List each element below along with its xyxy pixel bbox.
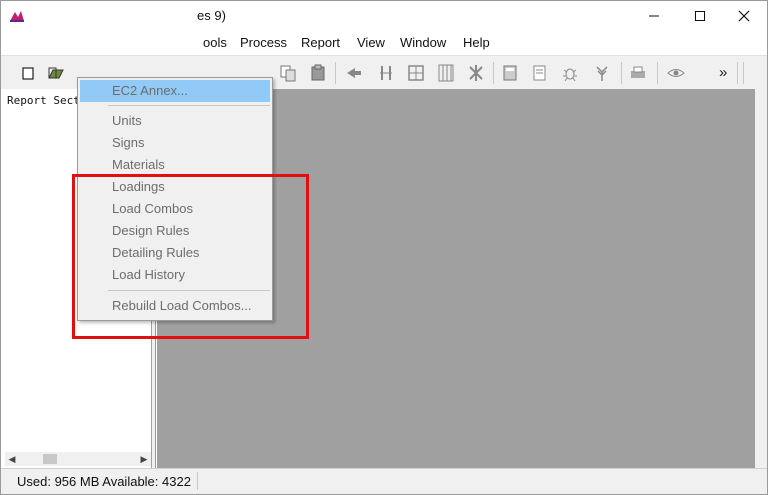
scroll-thumb[interactable] [43, 454, 57, 464]
menu-item-ec2-annex[interactable]: EC2 Annex... [80, 80, 270, 102]
status-bar: Used: 956 MB Available: 4322 [1, 468, 767, 494]
close-button[interactable] [721, 1, 767, 31]
tree-icon[interactable] [593, 64, 611, 82]
toolbar-separator [743, 62, 744, 84]
app-logo-icon [10, 11, 24, 22]
frame-icon[interactable] [407, 64, 425, 82]
grid-icon[interactable] [437, 64, 455, 82]
toolbar-separator [737, 62, 738, 84]
menu-window[interactable]: Window [400, 35, 446, 50]
toolbar-separator [621, 62, 622, 84]
application-window: es 9) ools Process Report View Window He… [0, 0, 768, 495]
menu-bar: ools Process Report View Window Help [1, 31, 767, 53]
menu-report[interactable]: Report [301, 35, 340, 50]
horizontal-scrollbar[interactable]: ◀ ▶ [5, 452, 151, 466]
title-bar: es 9) [1, 1, 767, 31]
document-icon[interactable] [531, 64, 549, 82]
menu-item-units[interactable]: Units [80, 110, 270, 132]
menu-help[interactable]: Help [463, 35, 490, 50]
toolbar-separator [657, 62, 658, 84]
memory-status: Used: 956 MB Available: 4322 [17, 474, 191, 489]
annotation-highlight-box [72, 174, 309, 339]
arrow-icon[interactable] [345, 64, 363, 82]
minimize-icon [649, 15, 659, 17]
new-file-icon[interactable] [19, 64, 37, 82]
minimize-button[interactable] [631, 1, 677, 31]
eye-icon[interactable] [667, 64, 685, 82]
scroll-left-icon[interactable]: ◀ [5, 452, 19, 466]
menu-tools[interactable]: ools [203, 35, 227, 50]
paste-icon[interactable] [309, 64, 327, 82]
copy-icon[interactable] [279, 64, 297, 82]
report-section-label[interactable]: Report Sect [7, 94, 80, 107]
maximize-button[interactable] [677, 1, 723, 31]
maximize-icon [695, 11, 705, 21]
toolbar-overflow-button[interactable]: » [719, 64, 727, 81]
scroll-right-icon[interactable]: ▶ [137, 452, 151, 466]
bug-icon[interactable] [561, 64, 579, 82]
toolbar-separator [493, 62, 494, 84]
close-icon [738, 10, 750, 22]
menu-separator [108, 105, 270, 106]
calculator-icon[interactable] [501, 64, 519, 82]
right-border [755, 89, 767, 468]
rebar-icon[interactable] [467, 64, 485, 82]
status-separator [197, 472, 198, 490]
open-file-icon[interactable] [47, 64, 65, 82]
menu-item-signs[interactable]: Signs [80, 132, 270, 154]
menu-process[interactable]: Process [240, 35, 287, 50]
menu-item-materials[interactable]: Materials [80, 154, 270, 176]
columns-icon[interactable] [377, 64, 395, 82]
toolbar-separator [335, 62, 336, 84]
window-title: es 9) [197, 8, 226, 23]
print-icon[interactable] [629, 64, 647, 82]
menu-view[interactable]: View [357, 35, 385, 50]
